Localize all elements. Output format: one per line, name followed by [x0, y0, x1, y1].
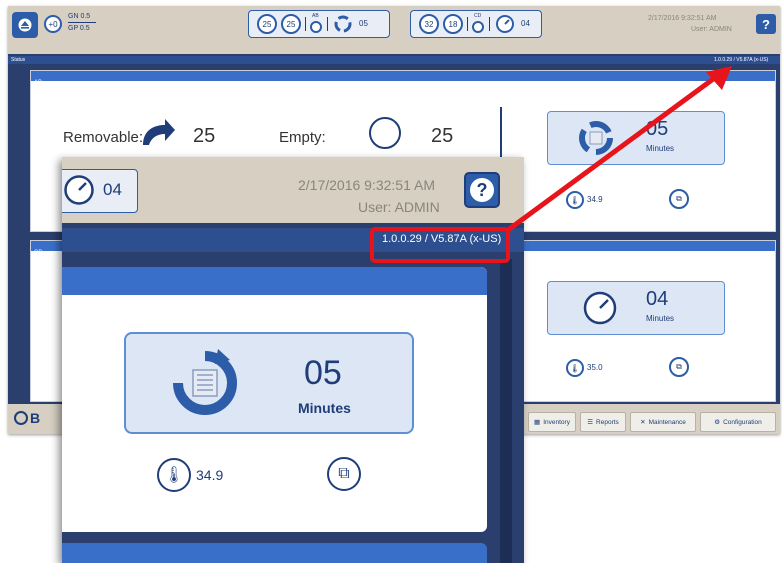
gn-value: GN 0.5: [68, 13, 91, 20]
group-cd-summary[interactable]: 32 18 CD 04: [410, 10, 542, 38]
logo: B: [14, 410, 40, 426]
header-datetime: 2/17/2016 9:32:51 AM: [648, 15, 717, 22]
separator: [467, 17, 468, 31]
empty-label: Empty:: [279, 129, 326, 146]
help-button[interactable]: ?: [756, 14, 776, 34]
nav-reports-button[interactable]: ☰ Reports: [580, 412, 626, 432]
eject-icon: [18, 18, 32, 32]
vial-icon: [472, 21, 484, 33]
thermometer-icon: 🌡: [566, 359, 584, 377]
version-highlight-box: [370, 227, 510, 263]
gauge-icon: [64, 175, 94, 205]
logo-icon: [14, 411, 28, 425]
cycle-arrows-icon: [334, 15, 352, 33]
question-icon: ?: [470, 178, 494, 202]
group-ab-time: 05: [359, 19, 368, 28]
group-ab-label: AB: [312, 13, 319, 19]
sensor-settings-icon[interactable]: ⧉: [669, 357, 689, 377]
panel-ab-title: AB: [34, 80, 43, 86]
header-bar: +0 GN 0.5 GP 0.5 25 25 AB 05 32 18 CD 04: [8, 6, 780, 54]
gauge-icon: [496, 15, 514, 33]
nav-maintenance-button[interactable]: ✕ Maintenance: [630, 412, 696, 432]
group-cd-label: CD: [474, 13, 482, 19]
zoom-user: User: ADMIN: [358, 199, 440, 215]
cycle-value: 04: [646, 288, 669, 310]
cycle-arrows-icon: [173, 349, 237, 415]
logo-letter: B: [30, 410, 41, 426]
sensor-settings-icon[interactable]: ⧉: [327, 457, 361, 491]
zoom-datetime: 2/17/2016 9:32:51 AM: [298, 177, 435, 193]
removable-count-icon: 25: [257, 14, 277, 34]
zoom-panel: 05 Minutes 🌡 34.9 ⧉: [62, 267, 487, 532]
gauge-icon: [583, 291, 617, 325]
inventory-icon: ▦: [534, 419, 541, 426]
group-ab-summary[interactable]: 25 25 AB 05: [248, 10, 390, 38]
group-cd-time: 04: [521, 19, 530, 28]
zoom-cycle-unit: Minutes: [298, 400, 351, 416]
panel-cd-title: CD: [34, 250, 43, 256]
zoom-help-button[interactable]: ?: [464, 172, 500, 208]
cycle-unit: Minutes: [646, 314, 675, 323]
nav-inventory-button[interactable]: ▦ Inventory: [528, 412, 576, 432]
nav-configuration-button[interactable]: ⚙ Configuration: [700, 412, 776, 432]
zoom-cycle-value: 05: [304, 354, 342, 392]
home-button[interactable]: [12, 12, 38, 38]
separator: [327, 17, 328, 31]
thermometer-icon: 🌡: [157, 458, 191, 492]
zoom-next-panel-titlebar: [62, 543, 487, 563]
zoom-panel-titlebar: [62, 267, 487, 295]
header-user: User: ADMIN: [691, 26, 732, 33]
removable-label: Removable:: [63, 129, 144, 146]
separator: [489, 17, 490, 31]
removable-arrow-icon: [143, 119, 175, 145]
removable-count-icon: 32: [419, 14, 439, 34]
status-label: Status: [11, 57, 26, 63]
zoom-temperature-value: 34.9: [196, 467, 224, 483]
zoom-header: 04 2/17/2016 9:32:51 AM User: ADMIN ?: [62, 157, 524, 223]
zero-counter: +0: [44, 15, 62, 33]
temperature-value: 35.0: [587, 363, 603, 372]
empty-count-icon: 18: [443, 14, 463, 34]
tools-icon: ✕: [640, 419, 646, 426]
vial-icon: [310, 21, 322, 33]
zoom-cycle-timer-tile[interactable]: 05 Minutes: [124, 332, 414, 434]
zoom-timer-button[interactable]: 04: [62, 169, 138, 213]
separator: [305, 17, 306, 31]
removable-count: 25: [193, 125, 216, 147]
empty-circle-icon: [369, 117, 401, 149]
callout-arrow: [505, 66, 732, 233]
gear-icon: ⚙: [714, 419, 721, 426]
empty-count-icon: 25: [281, 14, 301, 34]
zoom-scrollbar[interactable]: [500, 259, 512, 563]
gp-value: GP 0.5: [68, 25, 90, 32]
zoom-timer-value: 04: [103, 180, 122, 199]
cycle-timer-tile[interactable]: 04 Minutes: [547, 281, 725, 335]
magnified-callout: 04 2/17/2016 9:32:51 AM User: ADMIN ? 1.…: [62, 157, 524, 563]
gn-gp-divider: [68, 22, 96, 23]
reports-icon: ☰: [587, 419, 594, 426]
empty-count: 25: [431, 125, 454, 147]
